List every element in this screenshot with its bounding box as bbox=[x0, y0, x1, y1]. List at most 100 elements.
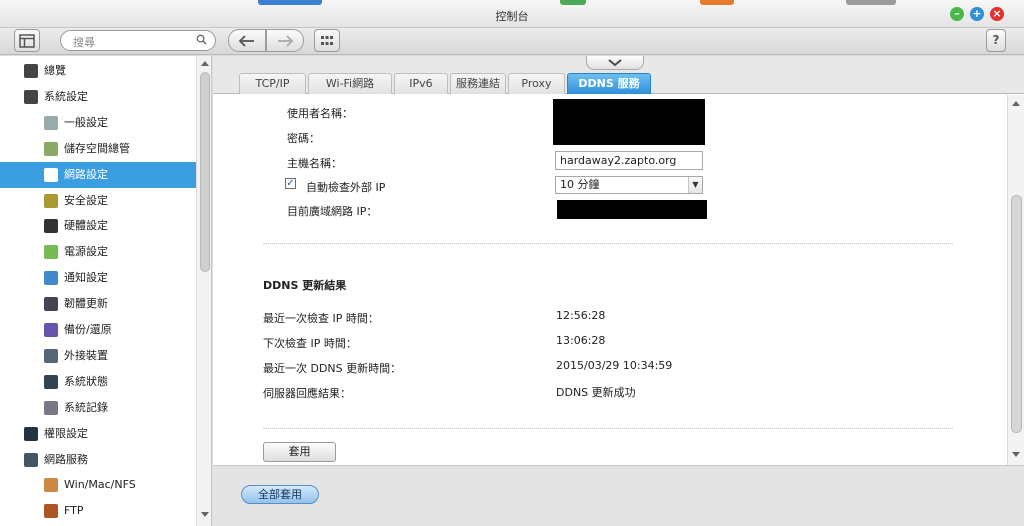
maximize-button[interactable]: + bbox=[970, 7, 984, 21]
sidebar-item[interactable]: FTP bbox=[0, 498, 196, 524]
toolbar: 搜尋 ? bbox=[0, 28, 1024, 55]
scroll-down-icon[interactable] bbox=[201, 512, 209, 517]
sidebar-item[interactable]: 韌體更新 bbox=[0, 291, 196, 317]
sidebar-item[interactable]: 儲存空間總管 bbox=[0, 136, 196, 162]
result-row-value: 2015/03/29 10:34:59 bbox=[556, 359, 673, 372]
sidebar-scroll-thumb[interactable] bbox=[200, 72, 210, 272]
sidebar-item[interactable]: 總覽 bbox=[0, 58, 196, 84]
result-row-label: 最近一次 DDNS 更新時間： bbox=[263, 362, 402, 375]
forward-button[interactable] bbox=[266, 29, 304, 52]
result-row-label: 伺服器回應結果： bbox=[263, 387, 351, 400]
app-grid-button[interactable] bbox=[314, 29, 340, 52]
power-bulb-icon bbox=[44, 245, 58, 260]
hardware-icon bbox=[44, 219, 58, 234]
notification-icon bbox=[44, 271, 58, 286]
log-icon bbox=[44, 400, 58, 415]
result-row-label: 最近一次檢查 IP 時間： bbox=[263, 312, 379, 325]
tab[interactable]: 服務連結 bbox=[450, 73, 506, 94]
sidebar-item[interactable]: 系統設定 bbox=[0, 84, 196, 110]
network-icon bbox=[44, 167, 58, 182]
tab[interactable]: Proxy bbox=[508, 73, 565, 94]
sidebar-item[interactable]: 系統記錄 bbox=[0, 395, 196, 421]
redacted-username-password bbox=[553, 99, 705, 145]
sidebar-item[interactable]: 外接裝置 bbox=[0, 343, 196, 369]
check-interval-value: 10 分鐘 bbox=[560, 178, 600, 191]
win-mac-nfs-icon bbox=[44, 478, 58, 493]
sidebar-item[interactable]: 系統狀態 bbox=[0, 369, 196, 395]
sidebar-item-label: Win/Mac/NFS bbox=[64, 478, 136, 492]
tab[interactable]: Wi-Fi網路 bbox=[308, 73, 392, 94]
arrow-left-icon bbox=[238, 35, 254, 47]
sidebar-item[interactable]: 電源設定 bbox=[0, 239, 196, 265]
sidebar: 總覽系統設定一般設定儲存空間總管 網路設定安全設定硬體設定電源設定通知設定韌體更新… bbox=[0, 56, 212, 526]
tab[interactable]: DDNS 服務 bbox=[567, 73, 651, 94]
sidebar-item-label: 通知設定 bbox=[64, 271, 108, 285]
ddns-content: 使用者名稱： 密碼： 主機名稱： hardaway2.zapto.org ✓ 自… bbox=[213, 95, 1007, 465]
search-icon bbox=[196, 34, 207, 45]
tab-bar: TCP/IP Wi-Fi網路 IPv6 服務連結 Proxy DDNS 服務 bbox=[213, 56, 1024, 94]
auto-check-ip-checkbox[interactable]: ✓ bbox=[285, 178, 296, 189]
redacted-wan-ip bbox=[557, 200, 707, 219]
sidebar-item[interactable]: 通知設定 bbox=[0, 265, 196, 291]
tab[interactable]: IPv6 bbox=[394, 73, 448, 94]
back-button[interactable] bbox=[228, 29, 266, 52]
apply-button[interactable]: 套用 bbox=[263, 442, 336, 462]
ddns-result-title: DDNS 更新結果 bbox=[263, 279, 347, 292]
password-label: 密碼： bbox=[287, 132, 320, 145]
sidebar-item[interactable]: 硬體設定 bbox=[0, 213, 196, 239]
section-divider bbox=[263, 428, 953, 429]
grid-icon bbox=[321, 36, 333, 45]
tab[interactable]: TCP/IP bbox=[239, 73, 306, 94]
sidebar-item[interactable]: 網路設定 bbox=[0, 161, 196, 188]
storage-icon bbox=[44, 141, 58, 156]
sidebar-item[interactable]: 備份/還原 bbox=[0, 317, 196, 343]
footer-bar: 全部套用 bbox=[213, 465, 1024, 526]
sidebar-item-label: 電源設定 bbox=[64, 245, 108, 259]
result-row-value: DDNS 更新成功 bbox=[556, 386, 636, 399]
sidebar-item[interactable]: 權限設定 bbox=[0, 421, 196, 447]
sidebar-item[interactable]: 安全設定 bbox=[0, 188, 196, 214]
window-title: 控制台 bbox=[495, 10, 529, 23]
sidebar-item-label: 韌體更新 bbox=[64, 297, 108, 311]
main-panel: TCP/IP Wi-Fi網路 IPv6 服務連結 Proxy DDNS 服務 使用者名稱：… bbox=[213, 56, 1024, 526]
sidebar-item-label: 外接裝置 bbox=[64, 348, 108, 362]
title-decoration bbox=[258, 0, 322, 5]
sidebar-item-label: 儲存空間總管 bbox=[64, 141, 130, 155]
sidebar-item-label: 系統設定 bbox=[44, 89, 88, 103]
general-settings-icon bbox=[44, 115, 58, 130]
minimize-button[interactable]: – bbox=[950, 7, 964, 21]
sidebar-item-label: 權限設定 bbox=[44, 426, 88, 440]
search-placeholder: 搜尋 bbox=[73, 36, 95, 49]
content-scroll-thumb[interactable] bbox=[1011, 195, 1022, 433]
result-row-value: 13:06:28 bbox=[556, 334, 606, 347]
monitor-icon bbox=[44, 374, 58, 389]
search-input[interactable]: 搜尋 bbox=[60, 30, 216, 51]
content-scrollbar[interactable] bbox=[1007, 95, 1024, 465]
sidebar-item[interactable]: 一般設定 bbox=[0, 110, 196, 136]
check-interval-select[interactable]: 10 分鐘 ▼ bbox=[555, 176, 703, 194]
scroll-up-icon[interactable] bbox=[1012, 101, 1020, 106]
panel-toggle-button[interactable] bbox=[14, 29, 40, 52]
hostname-label: 主機名稱： bbox=[287, 157, 342, 170]
overview-icon bbox=[24, 64, 38, 78]
sidebar-item-label: 硬體設定 bbox=[64, 219, 108, 233]
sidebar-item[interactable]: 網路服務 bbox=[0, 447, 196, 473]
collapse-toggle[interactable] bbox=[586, 56, 644, 70]
scroll-down-icon[interactable] bbox=[1012, 452, 1020, 457]
sidebar-item[interactable]: Win/Mac/NFS bbox=[0, 472, 196, 498]
scroll-up-icon[interactable] bbox=[201, 61, 209, 66]
user-permission-icon bbox=[24, 426, 38, 441]
chevron-down-icon bbox=[608, 59, 622, 67]
sidebar-item-label: 網路服務 bbox=[44, 452, 88, 466]
chevron-down-icon: ▼ bbox=[688, 177, 702, 193]
sidebar-scrollbar[interactable] bbox=[196, 56, 211, 526]
help-button[interactable]: ? bbox=[986, 29, 1006, 52]
apply-all-button[interactable]: 全部套用 bbox=[241, 485, 319, 504]
title-decoration bbox=[560, 0, 586, 5]
hostname-field[interactable]: hardaway2.zapto.org bbox=[555, 151, 703, 170]
close-button[interactable]: × bbox=[990, 7, 1004, 21]
external-device-icon bbox=[44, 348, 58, 363]
arrow-right-icon bbox=[278, 35, 294, 47]
globe-icon bbox=[24, 452, 38, 467]
sidebar-item-label: 網路設定 bbox=[64, 167, 108, 181]
